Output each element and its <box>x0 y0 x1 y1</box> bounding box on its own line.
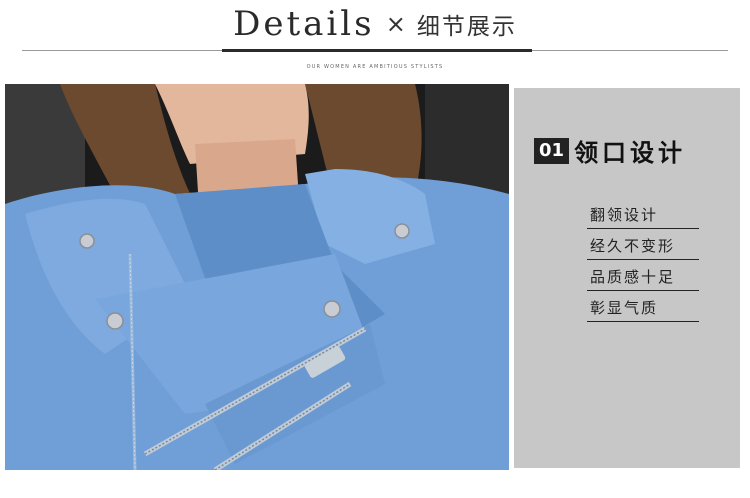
feature-item: 彰显气质 <box>587 291 699 322</box>
title-english: Details <box>233 4 375 44</box>
feature-item: 经久不变形 <box>587 229 699 260</box>
jacket-collar-illustration <box>5 84 509 470</box>
feature-item: 品质感十足 <box>587 260 699 291</box>
section-number-badge: 01 <box>534 137 570 164</box>
title-separator: × <box>385 10 406 38</box>
header-divider-thick <box>222 49 532 52</box>
section-title: 领口设计 <box>574 139 687 167</box>
feature-panel: 01 领口设计 翻领设计 经久不变形 品质感十足 彰显气质 <box>514 88 740 468</box>
product-detail-photo <box>5 84 509 470</box>
header-tagline: OUR WOMEN ARE AMBITIOUS STYLISTS <box>306 64 444 70</box>
header-title-row: Details × 细节展示 <box>0 4 750 44</box>
page-header: Details × 细节展示 OUR WOMEN ARE AMBITIOUS S… <box>0 0 750 80</box>
title-chinese: 细节展示 <box>416 14 517 40</box>
feature-list: 翻领设计 经久不变形 品质感十足 彰显气质 <box>587 198 699 322</box>
feature-item: 翻领设计 <box>587 198 699 229</box>
panel-heading: 01 领口设计 <box>534 133 686 167</box>
